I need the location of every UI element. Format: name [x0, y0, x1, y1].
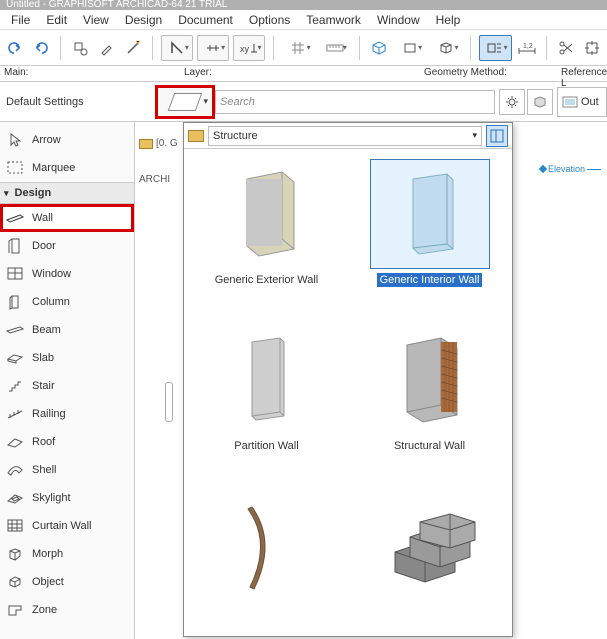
- stair-icon: [6, 378, 24, 394]
- fav-curved[interactable]: [190, 492, 343, 626]
- tool-object[interactable]: Object: [0, 568, 134, 596]
- arrow-icon: [6, 132, 24, 148]
- menu-document[interactable]: Document: [171, 11, 240, 29]
- window-icon: [6, 266, 24, 282]
- toolbox-sidebar: Arrow Marquee Design Wall Door Window Co…: [0, 122, 135, 639]
- tool-column[interactable]: Column: [0, 288, 134, 316]
- favorites-grid: Generic Exterior Wall Generic Interior W…: [184, 149, 512, 636]
- tool-stair[interactable]: Stair: [0, 372, 134, 400]
- redo-icon[interactable]: [30, 35, 52, 61]
- zone-icon: [6, 602, 24, 618]
- fav-structural[interactable]: Structural Wall: [353, 325, 506, 471]
- dim-icon[interactable]: 1,2: [516, 35, 538, 61]
- menu-window[interactable]: Window: [370, 11, 427, 29]
- adjust-icon[interactable]: [581, 35, 603, 61]
- default-settings-button[interactable]: Default Settings: [0, 96, 155, 108]
- svg-text:1,2: 1,2: [523, 43, 533, 50]
- fav-generic-interior[interactable]: Generic Interior Wall: [353, 159, 506, 305]
- object-icon: [6, 574, 24, 590]
- tool-beam[interactable]: Beam: [0, 316, 134, 344]
- structure-select[interactable]: Structure: [208, 126, 482, 146]
- menu-help[interactable]: Help: [429, 11, 468, 29]
- fav-blocks[interactable]: [353, 492, 506, 626]
- fav-generic-exterior[interactable]: Generic Exterior Wall: [190, 159, 343, 305]
- tool-curtain-wall[interactable]: Curtain Wall: [0, 512, 134, 540]
- wall-icon: [6, 210, 24, 226]
- tool-door[interactable]: Door: [0, 232, 134, 260]
- cube-dd[interactable]: [430, 35, 462, 61]
- door-icon: [6, 238, 24, 254]
- label-layer: Layer:: [180, 66, 420, 81]
- title-bar: Untitled - GRAPHISOFT ARCHICAD-64 21 TRI…: [0, 0, 607, 10]
- cube-icon[interactable]: [527, 89, 553, 115]
- tool-window[interactable]: Window: [0, 260, 134, 288]
- reference-button[interactable]: Out: [557, 87, 607, 117]
- tool-arrow[interactable]: Arrow: [0, 126, 134, 154]
- gear-icon[interactable]: [499, 89, 525, 115]
- grid-dd[interactable]: [282, 35, 314, 61]
- menu-options[interactable]: Options: [242, 11, 297, 29]
- archi-label: ARCHI: [139, 174, 170, 185]
- column-icon: [6, 294, 24, 310]
- menu-edit[interactable]: Edit: [39, 11, 74, 29]
- tab-indicator[interactable]: [0. G: [139, 138, 178, 149]
- plane-dd[interactable]: [394, 35, 426, 61]
- tool-shell[interactable]: Shell: [0, 456, 134, 484]
- main-toolbar: xy 1,2: [0, 30, 607, 66]
- snap-dd[interactable]: [197, 35, 229, 61]
- search-input[interactable]: Search: [215, 90, 495, 114]
- grip-handle[interactable]: [165, 382, 173, 422]
- tool-slab[interactable]: Slab: [0, 344, 134, 372]
- eyedropper-icon[interactable]: [95, 35, 117, 61]
- tool-railing[interactable]: Railing: [0, 400, 134, 428]
- guide-dd[interactable]: [161, 35, 193, 61]
- shell-icon: [6, 462, 24, 478]
- railing-icon: [6, 406, 24, 422]
- tool-zone[interactable]: Zone: [0, 596, 134, 624]
- view3d-icon[interactable]: [368, 35, 390, 61]
- menu-file[interactable]: File: [4, 11, 37, 29]
- edit-dd[interactable]: [479, 35, 511, 61]
- menu-bar: File Edit View Design Document Options T…: [0, 10, 607, 30]
- morph-icon: [6, 546, 24, 562]
- undo-icon[interactable]: [4, 35, 26, 61]
- label-reference: Reference L: [557, 66, 607, 81]
- marquee-icon: [6, 160, 24, 176]
- info-header: Main: Layer: Geometry Method: Reference …: [0, 66, 607, 82]
- slab-icon: [6, 350, 24, 366]
- label-main: Main:: [0, 66, 180, 81]
- svg-text:xy: xy: [240, 44, 250, 54]
- menu-teamwork[interactable]: Teamwork: [299, 11, 368, 29]
- favorites-flyout: Structure Generic Exterior Wall Generic …: [183, 122, 513, 637]
- wand-icon[interactable]: [122, 35, 144, 61]
- group-design[interactable]: Design: [0, 182, 134, 204]
- beam-icon: [6, 322, 24, 338]
- scissors-icon[interactable]: [555, 35, 577, 61]
- roof-icon: [6, 434, 24, 450]
- pick-icon[interactable]: [69, 35, 91, 61]
- tool-skylight[interactable]: Skylight: [0, 484, 134, 512]
- menu-view[interactable]: View: [76, 11, 116, 29]
- coord-dd[interactable]: xy: [233, 35, 265, 61]
- favorites-dropdown[interactable]: [155, 85, 215, 119]
- curtain-wall-icon: [6, 518, 24, 534]
- tree-toggle-icon[interactable]: [486, 125, 508, 147]
- fav-partition[interactable]: Partition Wall: [190, 325, 343, 471]
- label-geometry: Geometry Method:: [420, 66, 557, 81]
- tool-wall[interactable]: Wall: [0, 204, 134, 232]
- folder-icon: [188, 130, 204, 142]
- tool-morph[interactable]: Morph: [0, 540, 134, 568]
- tool-roof[interactable]: Roof: [0, 428, 134, 456]
- info-row: Default Settings Search Out: [0, 82, 607, 122]
- menu-design[interactable]: Design: [118, 11, 169, 29]
- skylight-icon: [6, 490, 24, 506]
- tool-marquee[interactable]: Marquee: [0, 154, 134, 182]
- measure-dd[interactable]: [319, 35, 351, 61]
- elevation-marker[interactable]: Elevation: [540, 164, 601, 174]
